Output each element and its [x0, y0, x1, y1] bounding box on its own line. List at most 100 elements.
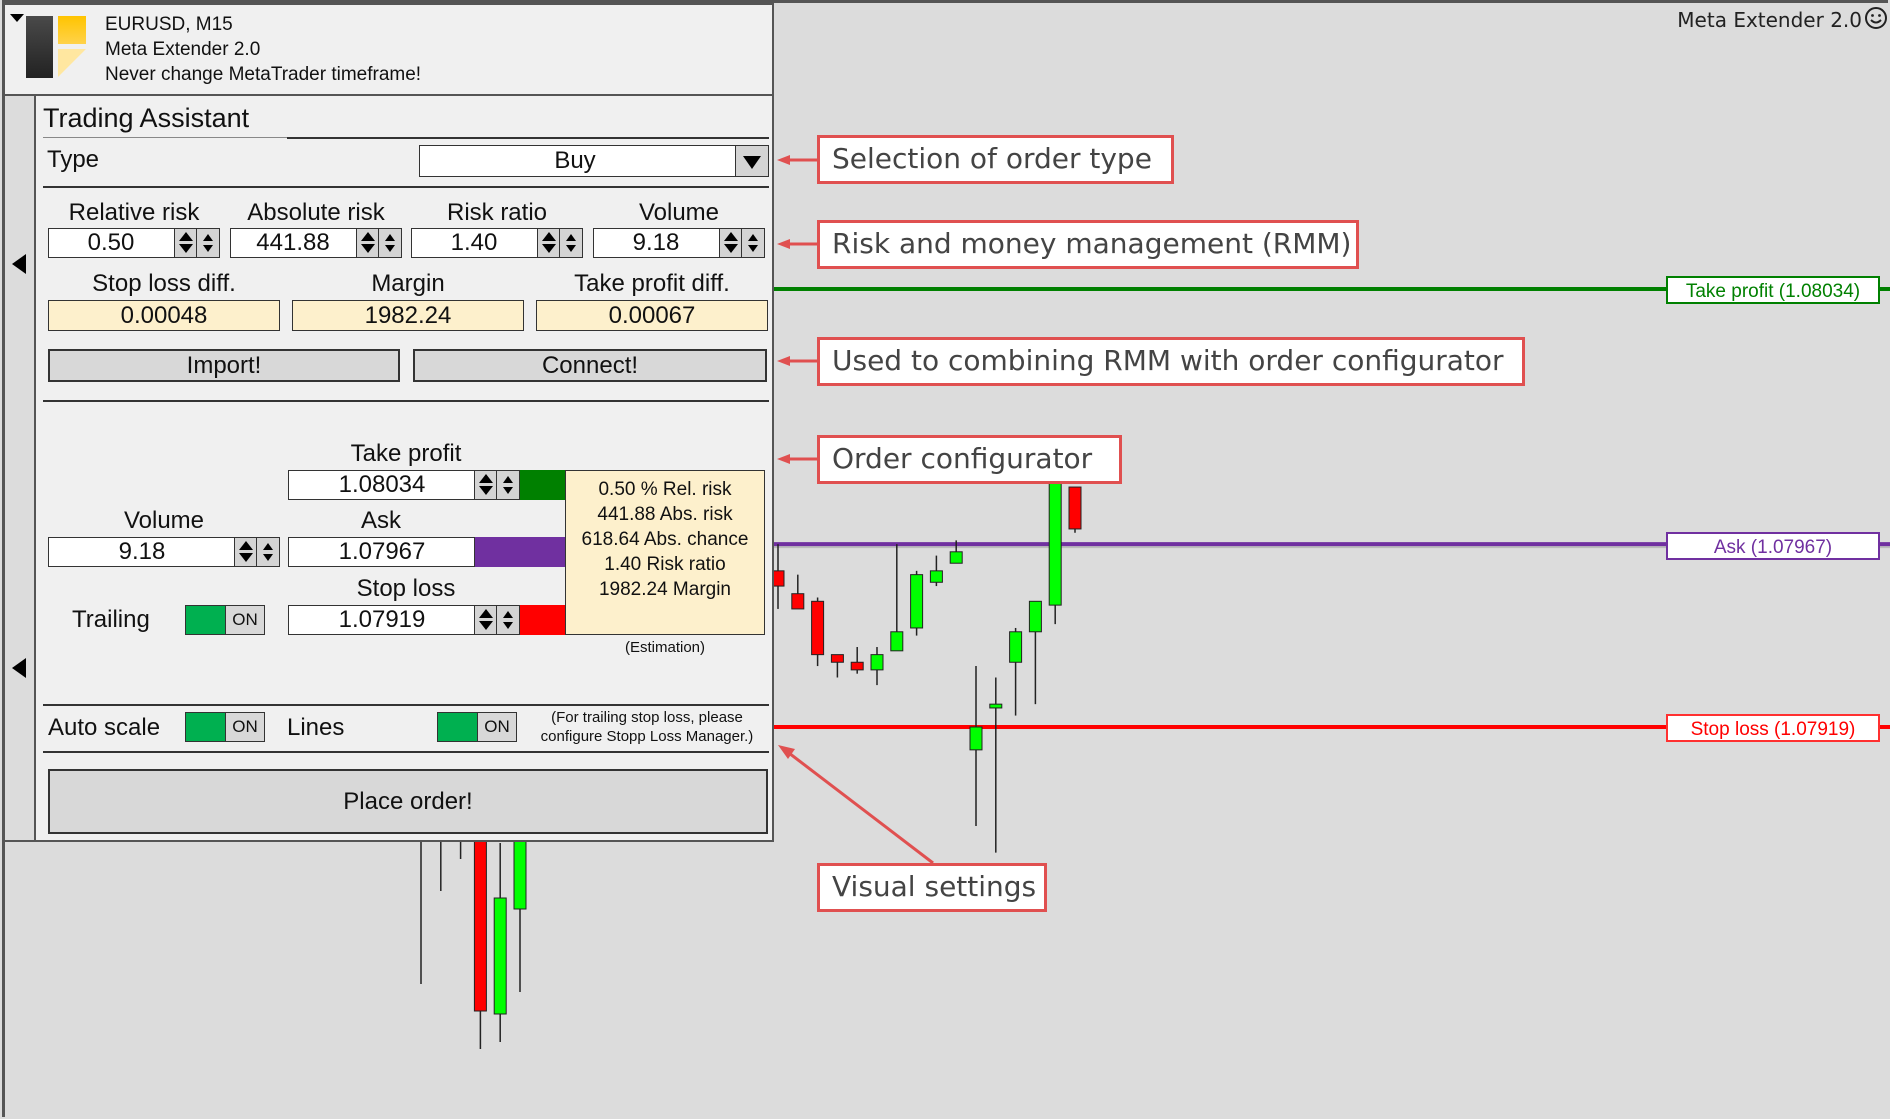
brand-label: Meta Extender 2.0	[1677, 8, 1862, 32]
rmm-volume-stepper[interactable]	[719, 229, 764, 257]
expand-left-arrow-icon[interactable]	[12, 254, 26, 274]
trailing-label: Trailing	[72, 606, 150, 633]
stop-loss-diff-label: Stop loss diff.	[92, 270, 236, 297]
estimation-note: (Estimation)	[624, 639, 706, 656]
ask-value: 1.07967	[338, 538, 426, 565]
smiley-icon[interactable]	[1864, 6, 1888, 30]
candle-body	[949, 551, 963, 564]
info-abs-chance: 618.64 Abs. chance	[581, 529, 749, 550]
callout-connect: Used to combining RMM with order configu…	[817, 337, 1525, 386]
stop-loss-label: Stop loss	[356, 575, 456, 602]
risk-ratio-label: Risk ratio	[446, 199, 548, 226]
symbol-timeframe: EURUSD, M15	[105, 14, 233, 35]
candle-body	[830, 654, 844, 663]
take-profit-color-swatch	[520, 470, 566, 500]
logo-triangle-icon	[58, 49, 86, 77]
relative-risk-value: 0.50	[87, 229, 135, 256]
absolute-risk-stepper[interactable]	[356, 229, 401, 257]
app-name: Meta Extender 2.0	[105, 39, 261, 60]
take-profit-input[interactable]: 1.08034	[288, 470, 520, 500]
trailing-note-line2: configure Stopp Loss Manager.)	[540, 728, 754, 745]
risk-ratio-stepper[interactable]	[537, 229, 582, 257]
order-volume-value: 9.18	[118, 538, 166, 565]
timeframe-warning: Never change MetaTrader timeframe!	[105, 64, 422, 85]
callout-arrow-head	[777, 239, 790, 249]
candle-body	[969, 726, 983, 751]
panel-sidebar	[5, 96, 36, 840]
candle-body	[910, 574, 924, 629]
ask-line-label[interactable]: Ask (1.07967)	[1666, 532, 1880, 560]
order-volume-input[interactable]: 9.18	[48, 537, 280, 567]
divider	[43, 704, 769, 706]
stop-loss-value: 1.07919	[338, 606, 426, 633]
stop-loss-input[interactable]: 1.07919	[288, 605, 520, 635]
callout-configurator: Order configurator	[817, 435, 1122, 484]
rmm-volume-label: Volume	[638, 199, 720, 226]
take-profit-label: Take profit	[350, 440, 462, 467]
divider	[43, 186, 769, 188]
logo-icon	[26, 16, 53, 78]
take-profit-diff-value: 0.00067	[536, 300, 768, 331]
place-order-button[interactable]: Place order!	[48, 769, 768, 834]
candle-body	[791, 593, 805, 610]
auto-scale-label: Auto scale	[48, 714, 161, 741]
lines-label: Lines	[287, 714, 345, 741]
info-abs-risk: 441.88 Abs. risk	[597, 504, 733, 525]
estimation-info-box: 0.50 % Rel. risk 441.88 Abs. risk 618.64…	[565, 470, 765, 635]
take-profit-line-label[interactable]: Take profit (1.08034)	[1666, 276, 1880, 304]
relative-risk-label: Relative risk	[68, 199, 200, 226]
chevron-down-icon[interactable]	[735, 146, 768, 176]
risk-ratio-input[interactable]: 1.40	[411, 228, 583, 258]
candle-body	[929, 570, 943, 583]
collapse-triangle-icon[interactable]	[10, 14, 24, 22]
candle-body	[850, 661, 864, 671]
candle-body	[811, 600, 825, 656]
ask-color-swatch	[475, 537, 566, 567]
stop-loss-diff-value: 0.00048	[48, 300, 280, 331]
stop-loss-stepper[interactable]	[474, 606, 519, 634]
candle-body	[989, 703, 1003, 709]
callout-visual-settings: Visual settings	[817, 863, 1047, 912]
rmm-volume-input[interactable]: 9.18	[593, 228, 765, 258]
trailing-note-line1: (For trailing stop loss, please	[551, 709, 743, 726]
candle-body	[870, 654, 884, 671]
connect-button[interactable]: Connect!	[413, 349, 767, 382]
margin-label: Margin	[371, 270, 445, 297]
ask-input[interactable]: 1.07967	[288, 537, 475, 567]
panel-title: Trading Assistant	[43, 103, 250, 133]
order-type-value: Buy	[554, 147, 596, 174]
order-volume-label: Volume	[123, 507, 205, 534]
candle-body	[1009, 631, 1023, 663]
trailing-toggle[interactable]: ON	[185, 605, 265, 635]
info-rel-risk: 0.50 % Rel. risk	[598, 479, 732, 500]
auto-scale-toggle-state: ON	[232, 717, 258, 736]
trading-assistant-panel: EURUSD, M15 Meta Extender 2.0 Never chan…	[3, 3, 774, 842]
absolute-risk-input[interactable]: 441.88	[230, 228, 402, 258]
expand-left-arrow-icon-2[interactable]	[12, 658, 26, 678]
stop-loss-line-label[interactable]: Stop loss (1.07919)	[1666, 714, 1880, 742]
order-type-select[interactable]: Buy	[419, 145, 769, 177]
candle-body	[1068, 486, 1082, 530]
auto-scale-toggle[interactable]: ON	[185, 712, 265, 742]
type-label: Type	[47, 146, 100, 173]
ask-label: Ask	[360, 507, 401, 534]
order-volume-stepper[interactable]	[234, 538, 279, 566]
candle-body	[473, 840, 487, 1012]
risk-ratio-value: 1.40	[450, 229, 498, 256]
info-margin: 1982.24 Margin	[598, 579, 732, 600]
import-button[interactable]: Import!	[48, 349, 400, 382]
callout-arrow-head	[777, 454, 790, 464]
stop-loss-color-swatch	[520, 605, 566, 635]
relative-risk-input[interactable]: 0.50	[48, 228, 220, 258]
absolute-risk-value: 441.88	[256, 229, 330, 256]
take-profit-stepper[interactable]	[474, 471, 519, 499]
divider	[43, 400, 769, 402]
relative-risk-stepper[interactable]	[174, 229, 219, 257]
margin-value: 1982.24	[292, 300, 524, 331]
take-profit-diff-label: Take profit diff.	[574, 270, 730, 297]
callout-arrow-head	[777, 155, 790, 165]
trailing-toggle-state: ON	[232, 610, 258, 629]
candle-body	[493, 897, 507, 1015]
lines-toggle[interactable]: ON	[437, 712, 517, 742]
candle-body	[513, 840, 527, 910]
